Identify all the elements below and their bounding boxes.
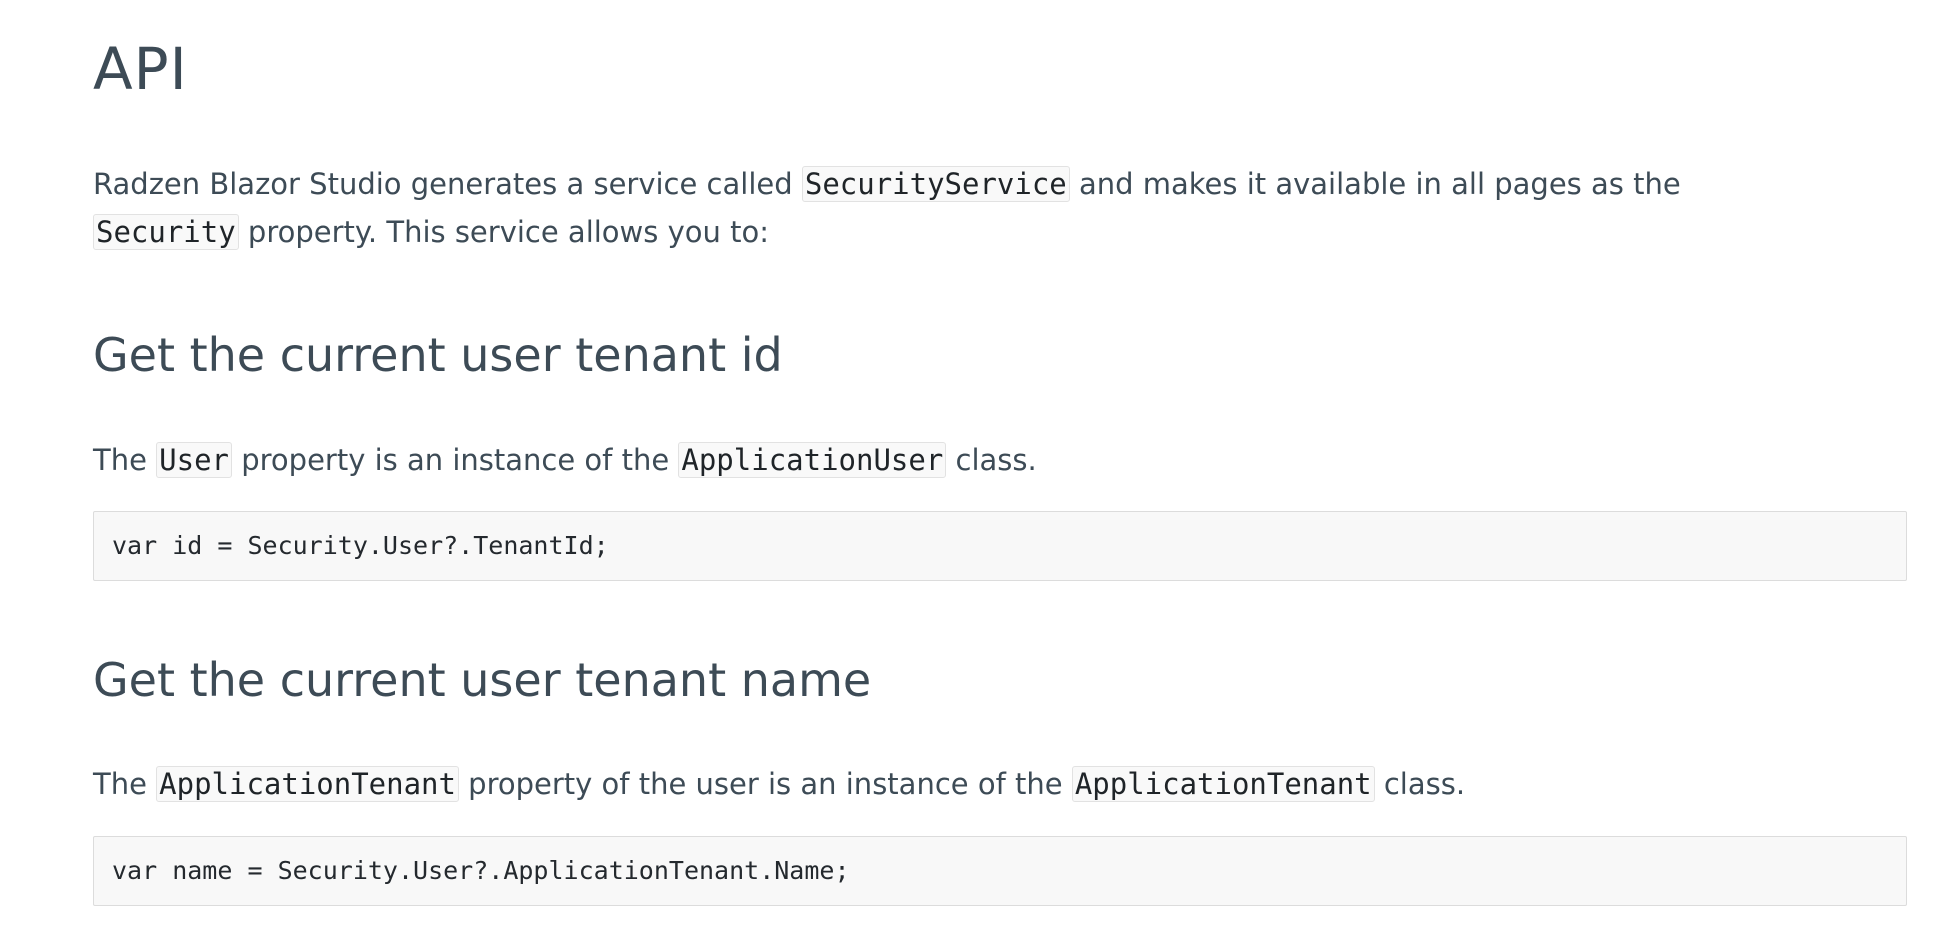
inline-code-application-user: ApplicationUser [678, 442, 947, 478]
section-heading-tenant-name: Get the current user tenant name [93, 653, 872, 707]
code-block-tenant-name: var name = Security.User?.ApplicationTen… [93, 836, 1907, 906]
paragraph-text: property of the user is an instance of t… [458, 767, 1072, 801]
inline-code-application-tenant: ApplicationTenant [156, 766, 459, 802]
inline-code-security: Security [93, 214, 239, 250]
intro-text: Radzen Blazor Studio generates a service… [93, 167, 802, 201]
paragraph-text: property is an instance of the [232, 443, 679, 477]
section-heading-tenant-id: Get the current user tenant id [93, 328, 783, 382]
intro-paragraph-line2: Security property. This service allows y… [93, 208, 769, 256]
paragraph-text: The [93, 767, 157, 801]
inline-code-security-service: SecurityService [801, 166, 1070, 202]
section-paragraph-tenant-id: The User property is an instance of the … [93, 436, 1037, 484]
intro-text: and makes it available in all pages as t… [1069, 167, 1681, 201]
paragraph-text: The [93, 443, 157, 477]
inline-code-user: User [156, 442, 232, 478]
inline-code-application-tenant-class: ApplicationTenant [1071, 766, 1375, 802]
paragraph-text: class. [946, 443, 1037, 477]
paragraph-text: class. [1374, 767, 1466, 801]
code-block-tenant-id: var id = Security.User?.TenantId; [93, 511, 1907, 581]
section-paragraph-tenant-name: The ApplicationTenant property of the us… [93, 760, 1465, 808]
intro-text: property. This service allows you to: [238, 215, 769, 249]
page-title: API [93, 35, 188, 103]
intro-paragraph-line1: Radzen Blazor Studio generates a service… [93, 160, 1681, 208]
